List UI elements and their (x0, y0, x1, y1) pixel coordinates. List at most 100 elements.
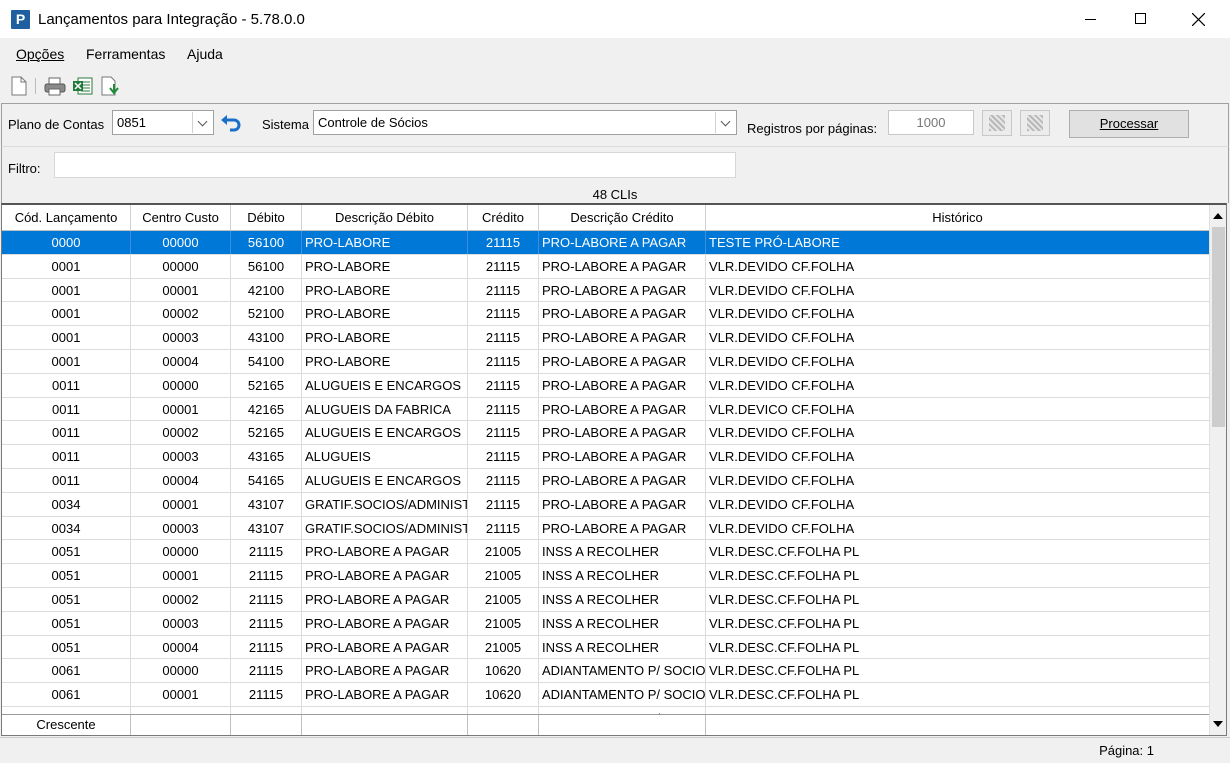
cell-cod-lancamento: 0061 (2, 683, 131, 707)
cell-descricao-debito: GRATIF.SOCIOS/ADMINIST (302, 516, 468, 540)
cell-debito: 43165 (231, 445, 302, 469)
print-icon[interactable] (44, 76, 66, 96)
cell-debito: 42100 (231, 278, 302, 302)
cell-descricao-debito: PRO-LABORE (302, 231, 468, 254)
cell-cod-lancamento: 0001 (2, 350, 131, 373)
scrollbar-thumb[interactable] (1212, 227, 1225, 427)
table-row[interactable]: 0051 00003 21115 PRO-LABORE A PAGAR 21005 INS… (2, 611, 1209, 636)
cell-centro-custo: 00002 (131, 588, 231, 611)
cell-historico: VLR.DEVIDO CF.FOLHA (709, 282, 855, 298)
page-indicator: Página: 1 (1099, 743, 1154, 758)
cell-credito: 21115 (468, 492, 539, 516)
menu-bar: Opções Ferramentas Ajuda (0, 38, 1230, 70)
plano-de-contas-select[interactable]: 0851 (112, 110, 214, 135)
maximize-button[interactable] (1111, 0, 1169, 38)
cell-centro-custo: 00003 (131, 516, 231, 540)
cell-debito: 21115 (231, 659, 302, 683)
table-row[interactable]: 0034 00001 43107 GRATIF.SOCIOS/ADMINIST 2111… (2, 492, 1209, 517)
sort-order-label[interactable]: Crescente (2, 715, 131, 735)
menu-opcoes[interactable]: Opções (16, 46, 64, 62)
column-header-credito[interactable]: Crédito (468, 205, 539, 230)
table-row[interactable]: 0000 00000 56100 PRO-LABORE 21115 PRO-LABORE … (2, 231, 1209, 255)
table-row[interactable]: 0011 00004 54165 ALUGUEIS E ENCARGOS 21115 PR… (2, 469, 1209, 493)
sistema-select[interactable]: Controle de Sócios (313, 110, 737, 135)
plano-label: Plano de Contas (8, 117, 105, 132)
chevron-down-icon[interactable] (192, 112, 212, 133)
cell-cod-lancamento: 0001 (2, 302, 131, 326)
cell-centro-custo: 00003 (131, 611, 231, 635)
table-row[interactable]: 0051 00000 21115 PRO-LABORE A PAGAR 21005 INS… (2, 540, 1209, 565)
table-row[interactable]: 0011 00000 52165 ALUGUEIS E ENCARGOS 21115 PR… (2, 373, 1209, 398)
excel-export-icon[interactable] (72, 76, 94, 96)
next-page-button[interactable] (1020, 110, 1050, 136)
table-row[interactable]: 0051 00004 21115 PRO-LABORE A PAGAR 21005 INS… (2, 635, 1209, 660)
cell-historico: VLR.DEVIDO CF.FOLHA (709, 306, 855, 322)
cell-historico: VLR.DEVICO CF.FOLHA (709, 401, 855, 417)
scroll-down-icon[interactable] (1213, 721, 1223, 727)
cell-cod-lancamento: 0001 (2, 254, 131, 278)
cell-historico: TESTE PRÓ-LABORE (709, 235, 840, 250)
table-row[interactable]: 0051 00001 21115 PRO-LABORE A PAGAR 21005 INS… (2, 564, 1209, 588)
table-row[interactable]: 0001 00001 42100 PRO-LABORE 21115 PRO-LABORE … (2, 278, 1209, 303)
title-bar: P Lançamentos para Integração - 5.78.0.0 (0, 0, 1230, 38)
menu-ajuda[interactable]: Ajuda (187, 46, 223, 62)
column-header-descricao-debito[interactable]: Descrição Débito (302, 205, 468, 230)
cell-debito: 21115 (231, 588, 302, 611)
table-row[interactable]: 0011 00003 43165 ALUGUEIS 21115 PRO-LABORE A … (2, 445, 1209, 469)
cell-descricao-debito: PRO-LABORE (302, 254, 468, 278)
vertical-scrollbar[interactable] (1209, 205, 1226, 735)
column-header-centro-custo[interactable]: Centro Custo (131, 205, 231, 230)
close-button[interactable] (1170, 0, 1228, 38)
table-row[interactable]: 0001 00000 56100 PRO-LABORE 21115 PRO-LABORE … (2, 254, 1209, 279)
table-row[interactable]: 0011 00001 42165 ALUGUEIS DA FABRICA 21115 PR… (2, 397, 1209, 422)
cell-historico: VLR.DEVIDO CF.FOLHA (709, 520, 855, 536)
cell-centro-custo: 00001 (131, 278, 231, 302)
registros-por-pagina-input[interactable]: 1000 (888, 110, 974, 135)
cell-credito: 21005 (468, 635, 539, 659)
column-header-cod-lancamento[interactable]: Cód. Lançamento (2, 205, 131, 230)
cell-centro-custo: 00000 (131, 373, 231, 397)
table-row[interactable]: 0061 00001 21115 PRO-LABORE A PAGAR 10620 ADI… (2, 683, 1209, 707)
filter-input[interactable] (54, 152, 736, 178)
cell-descricao-credito: PRO-LABORE A PAGAR (539, 350, 706, 373)
cell-credito: 21115 (468, 326, 539, 350)
chevron-down-icon[interactable] (715, 112, 735, 133)
cell-descricao-debito: PRO-LABORE A PAGAR (302, 540, 468, 564)
new-document-icon[interactable] (11, 76, 29, 96)
cell-descricao-debito: PRO-LABORE A PAGAR (302, 683, 468, 707)
cell-debito: 21115 (231, 611, 302, 635)
cell-debito: 56100 (231, 254, 302, 278)
toolbar (0, 70, 1230, 102)
cell-descricao-credito: PRO-LABORE A PAGAR (539, 326, 706, 350)
cell-centro-custo: 00004 (131, 635, 231, 659)
cell-cod-lancamento: 0051 (2, 611, 131, 635)
column-header-descricao-credito[interactable]: Descrição Crédito (539, 205, 706, 230)
table-row[interactable]: 0061 00000 21115 PRO-LABORE A PAGAR 10620 ADI… (2, 659, 1209, 684)
table-row[interactable]: 0051 00002 21115 PRO-LABORE A PAGAR 21005 INS… (2, 588, 1209, 612)
scroll-up-icon[interactable] (1213, 213, 1223, 219)
column-header-historico[interactable]: Histórico (706, 205, 1209, 230)
table-row[interactable]: 0034 00003 43107 GRATIF.SOCIOS/ADMINIST 2111… (2, 516, 1209, 541)
cell-historico: VLR.DESC.CF.FOLHA PL (709, 544, 860, 560)
cell-credito: 21115 (468, 445, 539, 469)
cell-debito: 42165 (231, 397, 302, 421)
cell-credito: 21115 (468, 373, 539, 397)
cell-centro-custo: 00000 (131, 231, 231, 254)
table-row[interactable]: 0001 00002 52100 PRO-LABORE 21115 PRO-LABORE … (2, 302, 1209, 327)
cell-credito: 21115 (468, 254, 539, 278)
table-row[interactable]: 0011 00002 52165 ALUGUEIS E ENCARGOS 21115 PR… (2, 421, 1209, 446)
download-icon[interactable] (100, 76, 122, 96)
menu-ferramentas[interactable]: Ferramentas (86, 46, 165, 62)
table-row[interactable]: 0001 00003 43100 PRO-LABORE 21115 PRO-LABORE … (2, 326, 1209, 350)
cell-centro-custo: 00002 (131, 302, 231, 326)
cell-debito: 52100 (231, 302, 302, 326)
previous-page-button[interactable] (982, 110, 1012, 136)
column-header-debito[interactable]: Débito (231, 205, 302, 230)
table-row[interactable]: 0001 00004 54100 PRO-LABORE 21115 PRO-LABORE … (2, 350, 1209, 374)
refresh-icon[interactable] (218, 110, 244, 136)
cell-descricao-credito: PRO-LABORE A PAGAR (539, 516, 706, 540)
cell-cod-lancamento: 0061 (2, 659, 131, 683)
cell-credito: 21005 (468, 540, 539, 564)
cell-descricao-credito: ADIANTAMENTO P/ SOCIO (539, 683, 706, 707)
processar-button[interactable]: Processar (1069, 110, 1189, 138)
